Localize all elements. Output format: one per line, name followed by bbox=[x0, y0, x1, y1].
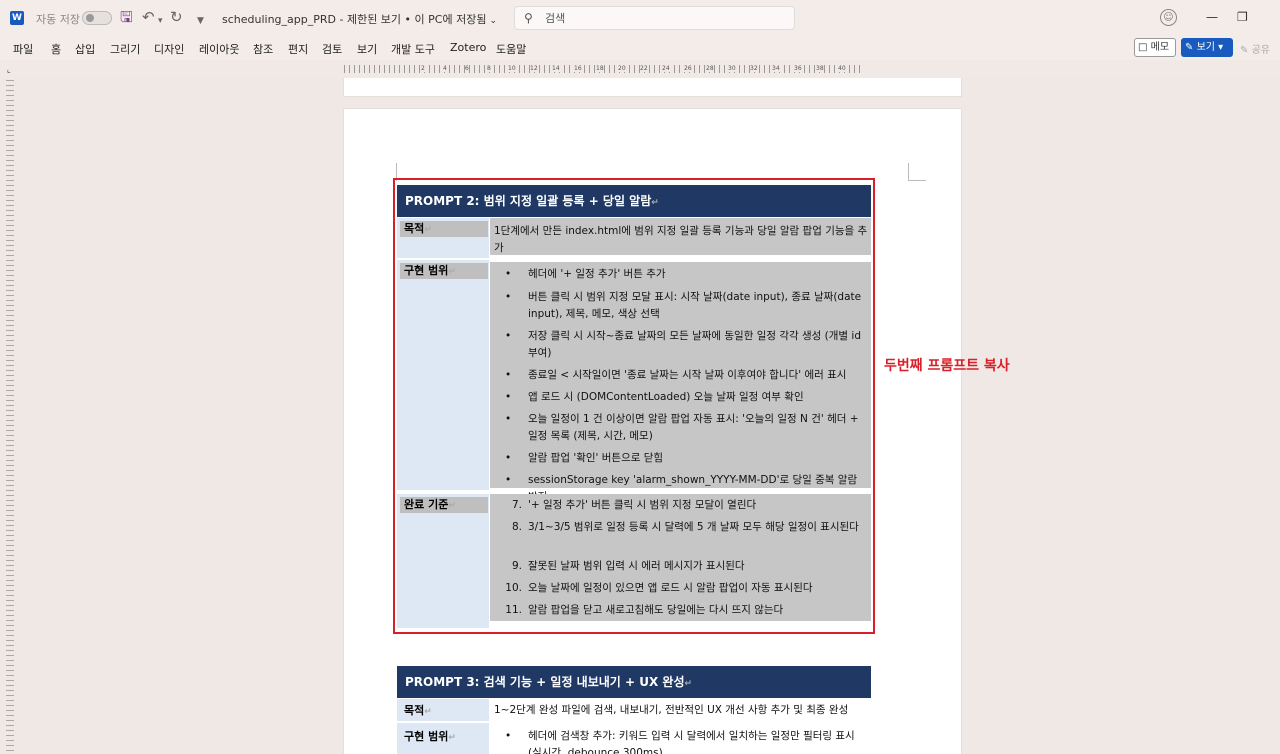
paragraph-mark: ↵ bbox=[684, 679, 693, 689]
tab-mailings[interactable]: 편지 bbox=[288, 41, 308, 57]
ruler-label: 4 bbox=[443, 65, 447, 72]
annotation-label: 두번째 프롬프트 복사 bbox=[884, 358, 1010, 374]
scope-label-text: 구현 범위 bbox=[404, 730, 449, 743]
search-input[interactable] bbox=[545, 10, 785, 26]
purpose-body-cell: 1~2단계 완성 파일에 검색, 내보내기, 전반적인 UX 개선 사항 추가 … bbox=[490, 699, 871, 721]
previous-page bbox=[343, 78, 962, 97]
undo-icon[interactable]: ↶ bbox=[142, 8, 155, 26]
scope-label: 구현 범위↵ bbox=[404, 728, 456, 744]
account-icon[interactable]: ☺ bbox=[1160, 9, 1177, 26]
share-label: 공유 bbox=[1251, 45, 1270, 56]
tab-zotero[interactable]: Zotero bbox=[450, 41, 486, 54]
ruler-label: 20 bbox=[618, 65, 626, 72]
ruler-label: 32 bbox=[750, 65, 758, 72]
memo-label: 메모 bbox=[1150, 42, 1170, 53]
document-title-text: scheduling_app_PRD - 제한된 보기 • 이 PC에 저장됨 bbox=[222, 13, 487, 26]
ruler-label: 16 bbox=[574, 65, 582, 72]
minimize-icon[interactable]: — bbox=[1206, 9, 1218, 25]
view-mode-label: 보기 bbox=[1196, 42, 1215, 53]
autosave-label: 자동 저장 bbox=[36, 13, 80, 26]
ruler-label: 18 bbox=[596, 65, 604, 72]
bullet-icon: • bbox=[505, 730, 512, 742]
margin-mark bbox=[908, 163, 926, 181]
prompt3-table: PROMPT 3: 검색 기능 + 일정 내보내기 + UX 완성↵ 목적↵ 1… bbox=[397, 666, 871, 754]
list-item-text: 헤더에 검색창 추가: 키워드 입력 시 달력에서 일치하는 일정만 필터링 표… bbox=[528, 730, 855, 754]
view-mode-button[interactable]: ✎ 보기 ▾ bbox=[1181, 38, 1233, 57]
paragraph-mark: ↵ bbox=[424, 707, 432, 717]
ruler-label: 6 bbox=[465, 65, 469, 72]
prompt3-title-text: PROMPT 3: 검색 기능 + 일정 내보내기 + UX 완성 bbox=[405, 675, 685, 689]
ruler-label: 2 bbox=[421, 65, 425, 72]
ruler-label: 14 bbox=[552, 65, 560, 72]
scope-body-cell: • 헤더에 검색창 추가: 키워드 입력 시 달력에서 일치하는 일정만 필터링 … bbox=[490, 723, 871, 754]
ruler-label: 24 bbox=[662, 65, 670, 72]
chevron-down-icon: ⌄ bbox=[489, 16, 497, 26]
tab-references[interactable]: 참조 bbox=[253, 41, 273, 57]
purpose-label: 목적↵ bbox=[404, 702, 432, 718]
tab-view[interactable]: 보기 bbox=[357, 41, 377, 57]
scope-label-cell: 구현 범위↵ bbox=[397, 723, 489, 754]
tab-layout[interactable]: 레이아웃 bbox=[199, 41, 239, 57]
tab-design[interactable]: 디자인 bbox=[154, 41, 184, 57]
maximize-icon[interactable]: ❐ bbox=[1237, 9, 1248, 25]
tab-developer[interactable]: 개발 도구 bbox=[391, 41, 435, 57]
paragraph-mark: ↵ bbox=[448, 733, 456, 743]
share-button[interactable]: ✎ 공유 bbox=[1240, 41, 1270, 56]
ruler-label: 12 bbox=[530, 65, 538, 72]
tab-review[interactable]: 검토 bbox=[322, 41, 342, 57]
customize-toolbar-icon[interactable]: ▼ bbox=[197, 12, 204, 30]
memo-button[interactable]: □ 메모 bbox=[1134, 38, 1176, 57]
title-bar: W 자동 저장 🖫 ↶ ▾ ↻ ▼ scheduling_app_PRD - 제… bbox=[0, 0, 1280, 36]
prompt3-title: PROMPT 3: 검색 기능 + 일정 내보내기 + UX 완성↵ bbox=[397, 666, 871, 698]
document-title[interactable]: scheduling_app_PRD - 제한된 보기 • 이 PC에 저장됨 ⌄ bbox=[222, 11, 497, 27]
ruler-label: 36 bbox=[794, 65, 802, 72]
autosave-toggle[interactable] bbox=[82, 11, 112, 25]
ruler-label: 26 bbox=[684, 65, 692, 72]
ruler-label: 22 bbox=[640, 65, 648, 72]
tab-draw[interactable]: 그리기 bbox=[110, 41, 140, 57]
purpose-label-text: 목적 bbox=[404, 704, 425, 717]
undo-dropdown-icon[interactable]: ▾ bbox=[158, 12, 163, 30]
search-box[interactable]: ⚲ bbox=[514, 6, 795, 30]
vertical-ruler bbox=[6, 80, 14, 754]
horizontal-ruler: ⌞ 2 4 6 8 10 12 14 16 18 20 22 24 26 28 … bbox=[0, 60, 1280, 78]
ribbon-tabs: 파일 홈 삽입 그리기 디자인 레이아웃 참조 편지 검토 보기 개발 도구 Z… bbox=[0, 36, 1280, 60]
selection-highlight-box bbox=[393, 178, 875, 634]
ruler-label: 38 bbox=[816, 65, 824, 72]
tab-help[interactable]: 도움말 bbox=[496, 41, 526, 57]
tab-insert[interactable]: 삽입 bbox=[75, 41, 95, 57]
ruler-label: 34 bbox=[772, 65, 780, 72]
save-icon[interactable]: 🖫 bbox=[120, 8, 133, 26]
ruler-label: 30 bbox=[728, 65, 736, 72]
word-icon: W bbox=[10, 11, 24, 25]
search-icon: ⚲ bbox=[524, 11, 533, 25]
ruler-label: 8 bbox=[487, 65, 491, 72]
ruler-label: 10 bbox=[508, 65, 516, 72]
purpose-label-cell: 목적↵ bbox=[397, 699, 489, 721]
tab-home[interactable]: 홈 bbox=[51, 41, 61, 57]
ruler-label: 28 bbox=[706, 65, 714, 72]
ruler-label: 40 bbox=[838, 65, 846, 72]
purpose-text: 1~2단계 완성 파일에 검색, 내보내기, 전반적인 UX 개선 사항 추가 … bbox=[494, 704, 849, 716]
tab-stop-icon[interactable]: ⌞ bbox=[7, 65, 11, 74]
tab-file[interactable]: 파일 bbox=[13, 41, 33, 57]
redo-icon[interactable]: ↻ bbox=[170, 8, 183, 26]
